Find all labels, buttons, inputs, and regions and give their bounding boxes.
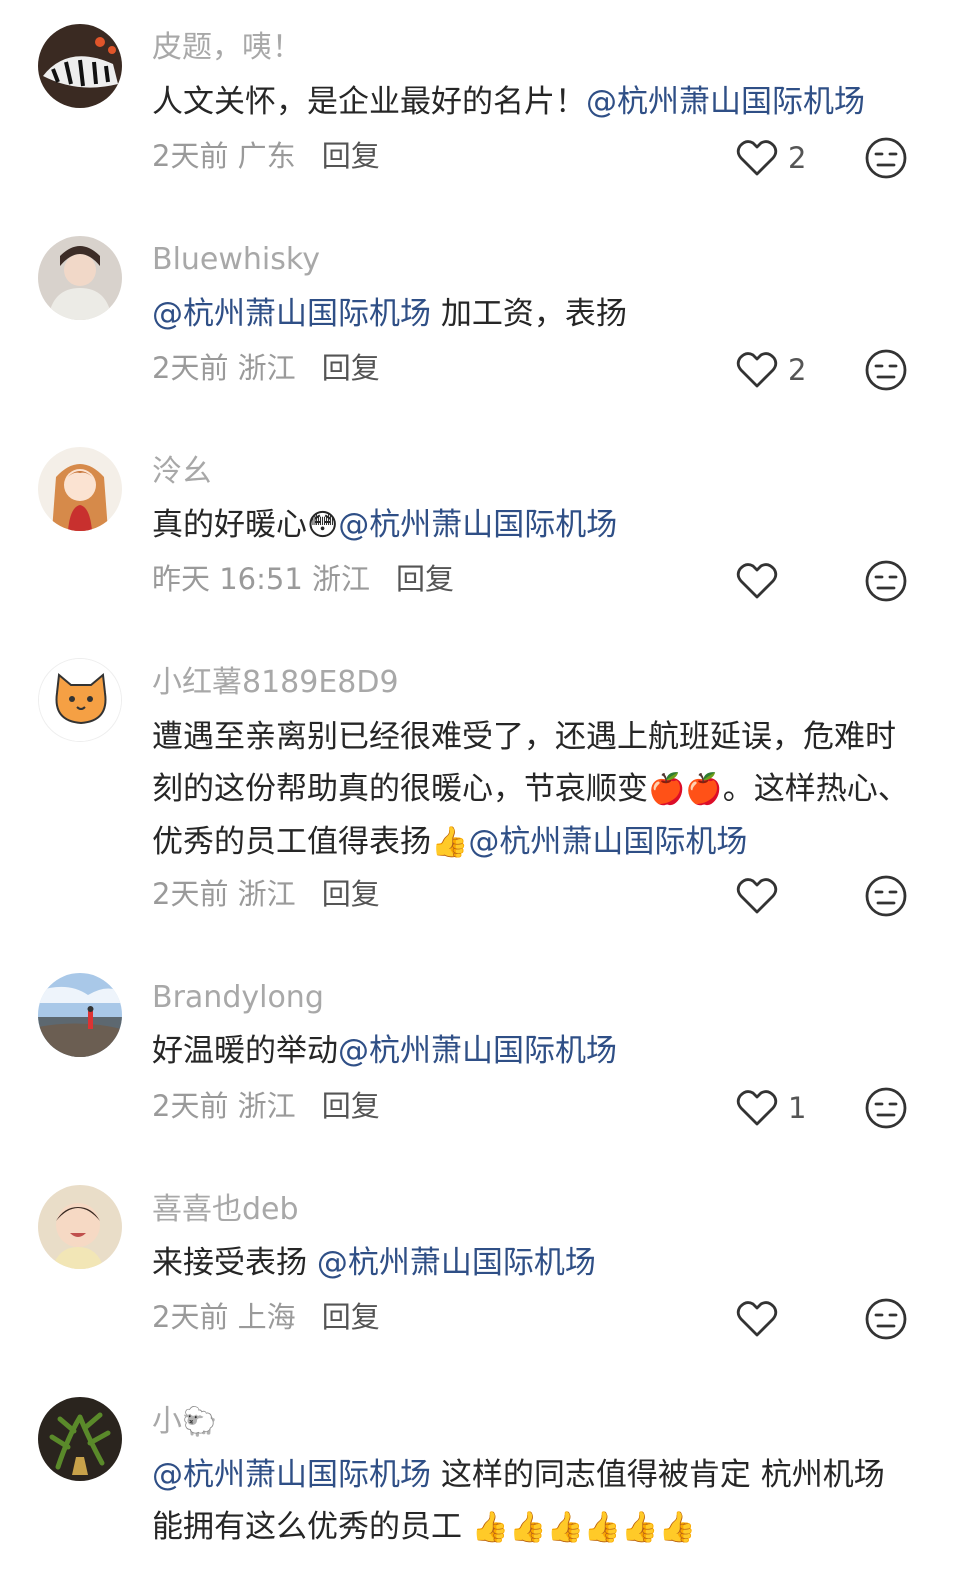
timestamp: 2天前 <box>152 1300 229 1334</box>
heart-icon <box>736 563 778 599</box>
comment-text: 真的好暖心😳@杭州萧山国际机场 <box>152 507 618 543</box>
location: 浙江 <box>312 562 371 596</box>
like-button[interactable]: 2 <box>736 136 806 180</box>
comment-meta: 2天前 浙江 回复 <box>152 348 380 388</box>
comment-meta: 昨天 16:51 浙江 回复 <box>152 559 454 599</box>
dislike-face-icon <box>865 1087 907 1129</box>
comment-text: 来接受表扬 @杭州萧山国际机场 <box>152 1245 596 1281</box>
thumbs-up-emoji: 👍👍👍👍👍👍 <box>471 1510 696 1545</box>
location: 上海 <box>237 1300 296 1334</box>
username[interactable]: 喜喜也deb <box>152 1190 299 1230</box>
avatar[interactable] <box>38 973 122 1057</box>
dislike-button[interactable] <box>864 1086 908 1130</box>
like-count: 1 <box>788 1091 807 1125</box>
dislike-face-icon <box>865 560 907 602</box>
dislike-face-icon <box>865 137 907 179</box>
comment-meta: 2天前 上海 回复 <box>152 1297 380 1337</box>
comment-text: 人文关怀，是企业最好的名片！@杭州萧山国际机场 <box>152 84 865 120</box>
avatar[interactable] <box>38 1185 122 1269</box>
like-button[interactable]: 2 <box>736 348 806 392</box>
username[interactable]: 小🐑 <box>152 1402 217 1442</box>
mention-link[interactable]: @杭州萧山国际机场 <box>586 84 865 120</box>
mention-link[interactable]: @杭州萧山国际机场 <box>152 1457 431 1493</box>
comment-text: @杭州萧山国际机场 加工资，表扬 <box>152 296 627 332</box>
like-button[interactable] <box>736 874 788 918</box>
mention-link[interactable]: @杭州萧山国际机场 <box>468 824 747 860</box>
like-count: 2 <box>788 141 807 175</box>
dislike-face-icon <box>865 1298 907 1340</box>
reply-button[interactable]: 回复 <box>322 351 380 385</box>
like-count: 2 <box>788 353 807 387</box>
dislike-button[interactable] <box>864 348 908 392</box>
username[interactable]: 泠幺 <box>152 452 212 492</box>
mention-link[interactable]: @杭州萧山国际机场 <box>338 507 617 543</box>
reply-button[interactable]: 回复 <box>322 877 380 911</box>
dislike-button[interactable] <box>864 136 908 180</box>
avatar[interactable] <box>38 1397 122 1481</box>
timestamp: 2天前 <box>152 877 229 911</box>
like-button[interactable] <box>736 559 788 603</box>
dislike-button[interactable] <box>864 559 908 603</box>
timestamp: 2天前 <box>152 139 229 173</box>
heart-icon <box>736 1090 778 1126</box>
avatar[interactable] <box>38 24 122 108</box>
reply-button[interactable]: 回复 <box>322 1300 380 1334</box>
location: 浙江 <box>237 351 296 385</box>
comment-meta: 2天前 浙江 回复 <box>152 874 380 914</box>
location: 广东 <box>237 139 296 173</box>
avatar[interactable] <box>38 447 122 531</box>
sheep-emoji: 🐑 <box>182 1405 217 1438</box>
comment-text: @杭州萧山国际机场 这样的同志值得被肯定 杭州机场能拥有这么优秀的员工 👍👍👍👍… <box>152 1457 885 1545</box>
like-button[interactable] <box>736 1297 788 1341</box>
username[interactable]: Brandylong <box>152 978 324 1018</box>
avatar[interactable] <box>38 658 122 742</box>
reply-button[interactable]: 回复 <box>322 1089 380 1123</box>
location: 浙江 <box>237 877 296 911</box>
username[interactable]: 小红薯8189E8D9 <box>152 663 399 703</box>
dislike-button[interactable] <box>864 874 908 918</box>
username[interactable]: 皮题，咦！ <box>152 28 302 68</box>
location: 浙江 <box>237 1089 296 1123</box>
thumbs-up-emoji: 👍 <box>431 825 469 860</box>
mention-link[interactable]: @杭州萧山国际机场 <box>152 296 431 332</box>
timestamp: 昨天 16:51 <box>152 562 303 596</box>
reply-button[interactable]: 回复 <box>396 562 454 596</box>
heart-icon <box>736 878 778 914</box>
username[interactable]: Bluewhisky <box>152 240 320 280</box>
emoji: 😳 <box>307 508 339 543</box>
emoji: 🍎🍎 <box>648 772 723 807</box>
heart-icon <box>736 140 778 176</box>
heart-icon <box>736 352 778 388</box>
comment-meta: 2天前 广东 回复 <box>152 136 380 176</box>
timestamp: 2天前 <box>152 351 229 385</box>
avatar[interactable] <box>38 236 122 320</box>
like-button[interactable]: 1 <box>736 1086 806 1130</box>
heart-icon <box>736 1301 778 1337</box>
comment-meta: 2天前 浙江 回复 <box>152 1086 380 1126</box>
dislike-face-icon <box>865 349 907 391</box>
mention-link[interactable]: @杭州萧山国际机场 <box>338 1033 617 1069</box>
timestamp: 2天前 <box>152 1089 229 1123</box>
comment-text: 好温暖的举动@杭州萧山国际机场 <box>152 1033 617 1069</box>
dislike-face-icon <box>865 875 907 917</box>
dislike-button[interactable] <box>864 1297 908 1341</box>
mention-link[interactable]: @杭州萧山国际机场 <box>317 1245 596 1281</box>
comment-text: 遭遇至亲离别已经很难受了，还遇上航班延误，危难时刻的这份帮助真的很暖心，节哀顺变… <box>152 719 909 860</box>
reply-button[interactable]: 回复 <box>322 139 380 173</box>
